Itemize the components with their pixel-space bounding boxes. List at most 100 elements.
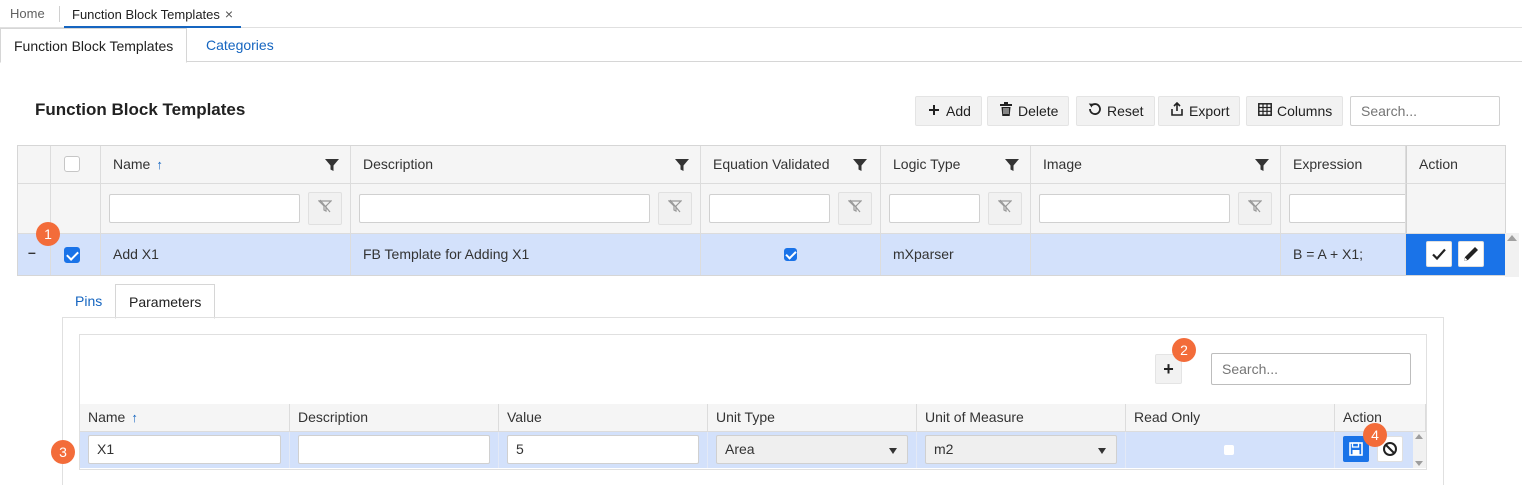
tab-function-block-templates[interactable]: Function Block Templates: [0, 28, 188, 63]
column-header-image[interactable]: Image: [1031, 146, 1281, 184]
scroll-up-arrow-icon[interactable]: [1507, 235, 1517, 241]
columns-button[interactable]: Columns: [1246, 96, 1344, 126]
select-all-checkbox[interactable]: [64, 156, 80, 172]
sort-ascending-icon: ↑: [131, 410, 138, 425]
page-tab-bar: Function Block Templates Categories: [0, 28, 1522, 63]
tab-pins[interactable]: Pins: [75, 284, 102, 318]
param-column-header-unit-of-measure[interactable]: Unit of Measure: [917, 404, 1126, 432]
clear-filter-icon[interactable]: [988, 192, 1022, 225]
param-unit-of-measure-label: Unit of Measure: [925, 409, 1024, 425]
export-button[interactable]: Export: [1158, 96, 1241, 126]
description-filter-input[interactable]: [359, 194, 650, 223]
filter-cell-equation-validated: [701, 184, 881, 234]
dropdown-caret-icon: [889, 448, 897, 454]
callout-badge-1: 1: [36, 222, 60, 246]
delete-label: Delete: [1018, 103, 1059, 119]
column-action-label: Action: [1419, 156, 1458, 172]
home-tab[interactable]: Home: [10, 0, 45, 28]
expand-column-header: [18, 146, 51, 184]
row-expression-text: B = A + X1;: [1293, 246, 1364, 262]
image-filter-input[interactable]: [1039, 194, 1230, 223]
filter-funnel-icon[interactable]: [675, 158, 689, 172]
filter-funnel-icon[interactable]: [325, 158, 339, 172]
check-icon: [1432, 248, 1446, 261]
clear-filter-icon[interactable]: [308, 192, 342, 225]
clear-filter-icon[interactable]: [658, 192, 692, 225]
parameters-search-input[interactable]: [1211, 353, 1411, 385]
param-column-header-read-only[interactable]: Read Only: [1126, 404, 1335, 432]
column-logic-type-label: Logic Type: [893, 156, 961, 172]
sort-ascending-icon: ↑: [156, 157, 163, 172]
scroll-down-arrow-icon[interactable]: [1415, 461, 1423, 466]
parameters-grid: Name ↑ Description Value Unit Type Unit o…: [80, 404, 1426, 468]
add-button[interactable]: Add: [915, 96, 982, 126]
clear-filter-icon[interactable]: [838, 192, 872, 225]
tab-categories[interactable]: Categories: [193, 28, 287, 62]
column-header-expression[interactable]: Expression: [1281, 146, 1406, 184]
templates-grid: Name ↑ Description Equation Validated Log…: [17, 145, 1506, 276]
param-row-description-cell: [290, 432, 499, 468]
param-column-header-name[interactable]: Name ↑: [80, 404, 290, 432]
clear-filter-icon[interactable]: [1238, 192, 1272, 225]
scroll-up-arrow-icon[interactable]: [1415, 434, 1423, 439]
param-column-header-unit-type[interactable]: Unit Type: [708, 404, 917, 432]
collapse-icon[interactable]: –: [28, 244, 36, 260]
filter-funnel-icon[interactable]: [853, 158, 867, 172]
param-value-label: Value: [507, 409, 542, 425]
filter-funnel-icon[interactable]: [1005, 158, 1019, 172]
unit-type-select[interactable]: Area: [716, 435, 908, 464]
column-header-description[interactable]: Description: [351, 146, 701, 184]
close-icon[interactable]: ×: [225, 6, 233, 22]
table-row-logic-type[interactable]: mXparser: [881, 234, 1031, 275]
read-only-checkbox[interactable]: [1224, 445, 1234, 455]
doc-tab-label: Function Block Templates: [72, 7, 220, 22]
param-row-unit-type-cell: Area: [708, 432, 917, 468]
grid-scrollbar[interactable]: [1505, 233, 1519, 277]
column-expression-label: Expression: [1293, 156, 1363, 172]
table-columns-icon: [1257, 97, 1273, 125]
edit-button[interactable]: [1458, 241, 1484, 267]
columns-label: Columns: [1277, 103, 1333, 119]
tab-parameters[interactable]: Parameters: [115, 284, 216, 319]
callout-badge-2: 2: [1172, 338, 1196, 362]
function-block-templates-doc-tab[interactable]: Function Block Templates ×: [64, 0, 242, 28]
param-name-label: Name: [88, 409, 126, 425]
filter-cell-expression: [1281, 184, 1406, 234]
param-description-input[interactable]: [298, 435, 490, 464]
search-input[interactable]: [1350, 96, 1500, 126]
pencil-icon: [1464, 247, 1478, 261]
callout-badge-4: 4: [1363, 423, 1387, 447]
table-row-name[interactable]: Add X1: [101, 234, 351, 275]
column-header-logic-type[interactable]: Logic Type: [881, 146, 1031, 184]
param-name-input[interactable]: X1: [88, 435, 281, 464]
column-header-equation-validated[interactable]: Equation Validated: [701, 146, 881, 184]
column-image-label: Image: [1043, 156, 1082, 172]
unit-of-measure-value: m2: [934, 441, 954, 457]
select-all-header: [51, 146, 101, 184]
table-row-description[interactable]: FB Template for Adding X1: [351, 234, 701, 275]
filter-cell-description: [351, 184, 701, 234]
table-row-image[interactable]: [1031, 234, 1281, 275]
name-filter-input[interactable]: [109, 194, 300, 223]
table-row-expression[interactable]: B = A + X1;: [1281, 234, 1406, 275]
parameters-scrollbar[interactable]: [1413, 432, 1426, 468]
logic-type-filter-input[interactable]: [889, 194, 980, 223]
expression-filter-input[interactable]: [1289, 194, 1405, 223]
unit-type-value: Area: [725, 441, 755, 457]
reset-button[interactable]: Reset: [1076, 96, 1155, 126]
trash-icon: [998, 97, 1014, 125]
column-description-label: Description: [363, 156, 434, 172]
unit-of-measure-select[interactable]: m2: [925, 435, 1117, 464]
confirm-button[interactable]: [1426, 241, 1452, 267]
equation-validated-filter-input[interactable]: [709, 194, 830, 223]
export-label: Export: [1189, 103, 1230, 119]
table-row-action: [1406, 234, 1505, 275]
column-header-name[interactable]: Name ↑: [101, 146, 351, 184]
filter-funnel-icon[interactable]: [1255, 158, 1269, 172]
param-value-input[interactable]: 5: [507, 435, 699, 464]
table-row-select-cell: [51, 234, 101, 275]
row-select-checkbox[interactable]: [64, 247, 80, 263]
param-column-header-description[interactable]: Description: [290, 404, 499, 432]
param-column-header-value[interactable]: Value: [499, 404, 708, 432]
delete-button[interactable]: Delete: [987, 96, 1070, 126]
